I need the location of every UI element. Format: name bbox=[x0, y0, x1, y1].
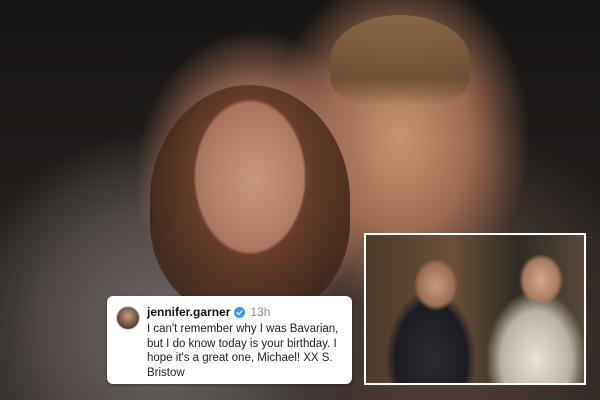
instagram-caption-card: jennifer.garner 13h I can't remember why… bbox=[107, 296, 352, 384]
verified-badge-icon bbox=[234, 306, 246, 318]
main-photo-detail bbox=[330, 15, 470, 105]
caption-text: I can't remember why I was Bavarian, but… bbox=[147, 323, 339, 379]
timestamp: 13h bbox=[250, 305, 271, 319]
main-photo-detail bbox=[150, 85, 350, 315]
inset-photo bbox=[364, 233, 586, 385]
username[interactable]: jennifer.garner bbox=[147, 305, 230, 319]
avatar[interactable] bbox=[116, 306, 140, 330]
caption-header: jennifer.garner 13h bbox=[147, 304, 342, 320]
